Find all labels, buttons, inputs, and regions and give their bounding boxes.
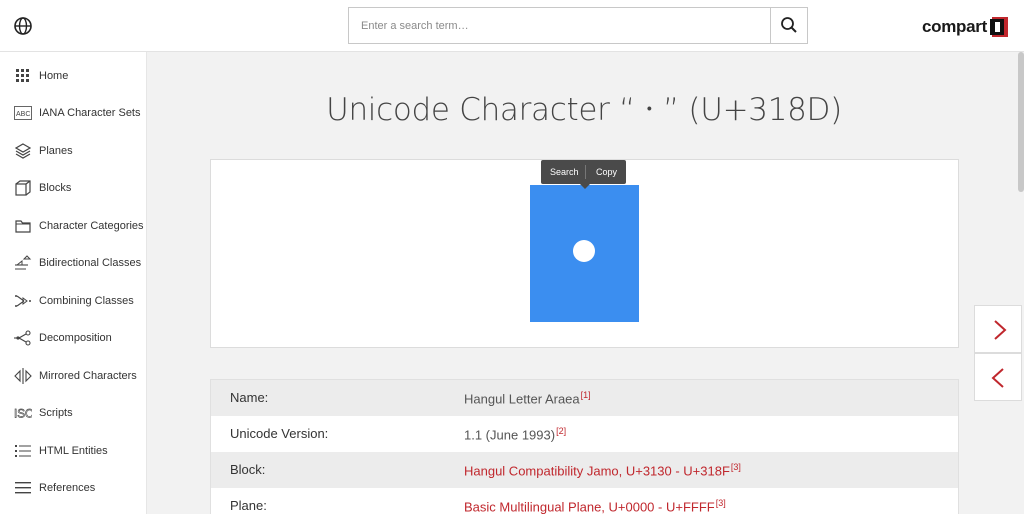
top-bar: compart: [0, 0, 1024, 52]
grid-icon: [14, 67, 32, 85]
compart-logo[interactable]: compart: [922, 14, 1009, 40]
sidebar-item-bidirectional-classes[interactable]: Bidirectional Classes: [0, 244, 147, 281]
folder-icon: [14, 217, 32, 235]
tooltip-search-button[interactable]: Search: [550, 167, 579, 177]
abc-icon: ABC: [14, 104, 32, 122]
logo-text: compart: [922, 17, 987, 36]
search-button[interactable]: [770, 8, 807, 43]
sidebar-item-blocks[interactable]: Blocks: [0, 169, 147, 206]
sidebar-item-label: Mirrored Characters: [39, 369, 137, 382]
menu-icon: [14, 479, 32, 497]
sidebar-item-html-entities[interactable]: HTML Entities: [0, 432, 147, 469]
combining-icon: [14, 292, 32, 310]
sidebar-item-home[interactable]: Home: [0, 57, 147, 94]
property-value: Hangul Compatibility Jamo, U+3130 - U+31…: [464, 462, 741, 478]
chevron-left-icon: [991, 368, 1004, 388]
sidebar-item-label: Home: [39, 69, 69, 82]
property-value: Basic Multilingual Plane, U+0000 - U+FFF…: [464, 498, 726, 514]
property-value-text: 1.1 (June 1993): [464, 427, 556, 443]
sidebar-item-label: HTML Entities: [39, 444, 108, 457]
page-title: Unicode Character “ㆍ” (U+318D): [326, 92, 842, 128]
search-icon: [781, 17, 797, 33]
reference-link[interactable]: [2]: [556, 426, 566, 436]
mirror-icon: [14, 367, 32, 385]
sidebar-item-character-categories[interactable]: Character Categories: [0, 207, 147, 244]
next-character-button[interactable]: [974, 305, 1022, 353]
sidebar: Home ABC IANA Character Sets Planes Bloc…: [0, 52, 147, 514]
sidebar-item-label: Decomposition: [39, 331, 112, 344]
previous-character-button[interactable]: [974, 353, 1022, 401]
sidebar-item-decomposition[interactable]: Decomposition: [0, 319, 147, 356]
page-scrollbar[interactable]: [1018, 52, 1024, 192]
property-name: Block:: [230, 462, 266, 477]
sidebar-item-label: Character Categories: [39, 219, 144, 232]
sidebar-item-label: Combining Classes: [39, 294, 134, 307]
tooltip-arrow: [580, 184, 590, 189]
block-link[interactable]: Hangul Compatibility Jamo, U+3130 - U+31…: [464, 463, 730, 478]
search-input[interactable]: [349, 8, 771, 43]
property-name: Name:: [230, 390, 269, 405]
sidebar-item-scripts[interactable]: ISO Scripts: [0, 394, 147, 431]
sidebar-item-references[interactable]: References: [0, 469, 147, 506]
table-row: Name: Hangul Letter Araea[1]: [211, 380, 958, 416]
globe-icon[interactable]: [13, 16, 33, 36]
sidebar-item-label: References: [39, 481, 96, 494]
logo-mark-icon: [989, 16, 1009, 38]
sidebar-item-planes[interactable]: Planes: [0, 132, 147, 169]
plane-link[interactable]: Basic Multilingual Plane, U+0000 - U+FFF…: [464, 499, 715, 514]
property-value-text: Hangul Letter Araea: [464, 391, 580, 407]
sidebar-item-iana-character-sets[interactable]: ABC IANA Character Sets: [0, 94, 147, 131]
properties-table: Name: Hangul Letter Araea[1] Unicode Ver…: [210, 379, 959, 514]
iso-icon: ISO: [14, 404, 32, 422]
bidi-icon: [14, 254, 32, 272]
table-row: Plane: Basic Multilingual Plane, U+0000 …: [211, 488, 958, 514]
table-row: Unicode Version: 1.1 (June 1993)[2]: [211, 416, 958, 452]
sidebar-item-label: Blocks: [39, 181, 72, 194]
sidebar-item-mirrored-characters[interactable]: Mirrored Characters: [0, 357, 147, 394]
property-name: Plane:: [230, 498, 267, 513]
list-icon: [14, 442, 32, 460]
tooltip-copy-button[interactable]: Copy: [596, 167, 617, 177]
reference-link[interactable]: [3]: [731, 462, 741, 472]
glyph-dot: [573, 240, 595, 262]
chevron-right-icon: [994, 320, 1007, 340]
sidebar-item-label: Planes: [39, 144, 73, 157]
glyph-tooltip: Search Copy: [541, 160, 626, 184]
table-row: Block: Hangul Compatibility Jamo, U+3130…: [211, 452, 958, 488]
sidebar-item-combining-classes[interactable]: Combining Classes: [0, 282, 147, 319]
svg-text:ABC: ABC: [16, 111, 30, 118]
sidebar-item-label: Scripts: [39, 406, 73, 419]
sidebar-item-label: Bidirectional Classes: [39, 256, 142, 269]
share-icon: [14, 329, 32, 347]
sidebar-item-label: IANA Character Sets: [39, 106, 141, 119]
reference-link[interactable]: [3]: [716, 498, 726, 508]
layers-icon: [14, 142, 32, 160]
property-value: 1.1 (June 1993)[2]: [464, 426, 566, 442]
property-value: Hangul Letter Araea[1]: [464, 390, 591, 406]
cube-icon: [14, 179, 32, 197]
svg-text:ISO: ISO: [14, 407, 32, 420]
tooltip-divider: [585, 165, 586, 179]
reference-link[interactable]: [1]: [581, 390, 591, 400]
property-name: Unicode Version:: [230, 426, 329, 441]
search-box: [348, 7, 808, 44]
